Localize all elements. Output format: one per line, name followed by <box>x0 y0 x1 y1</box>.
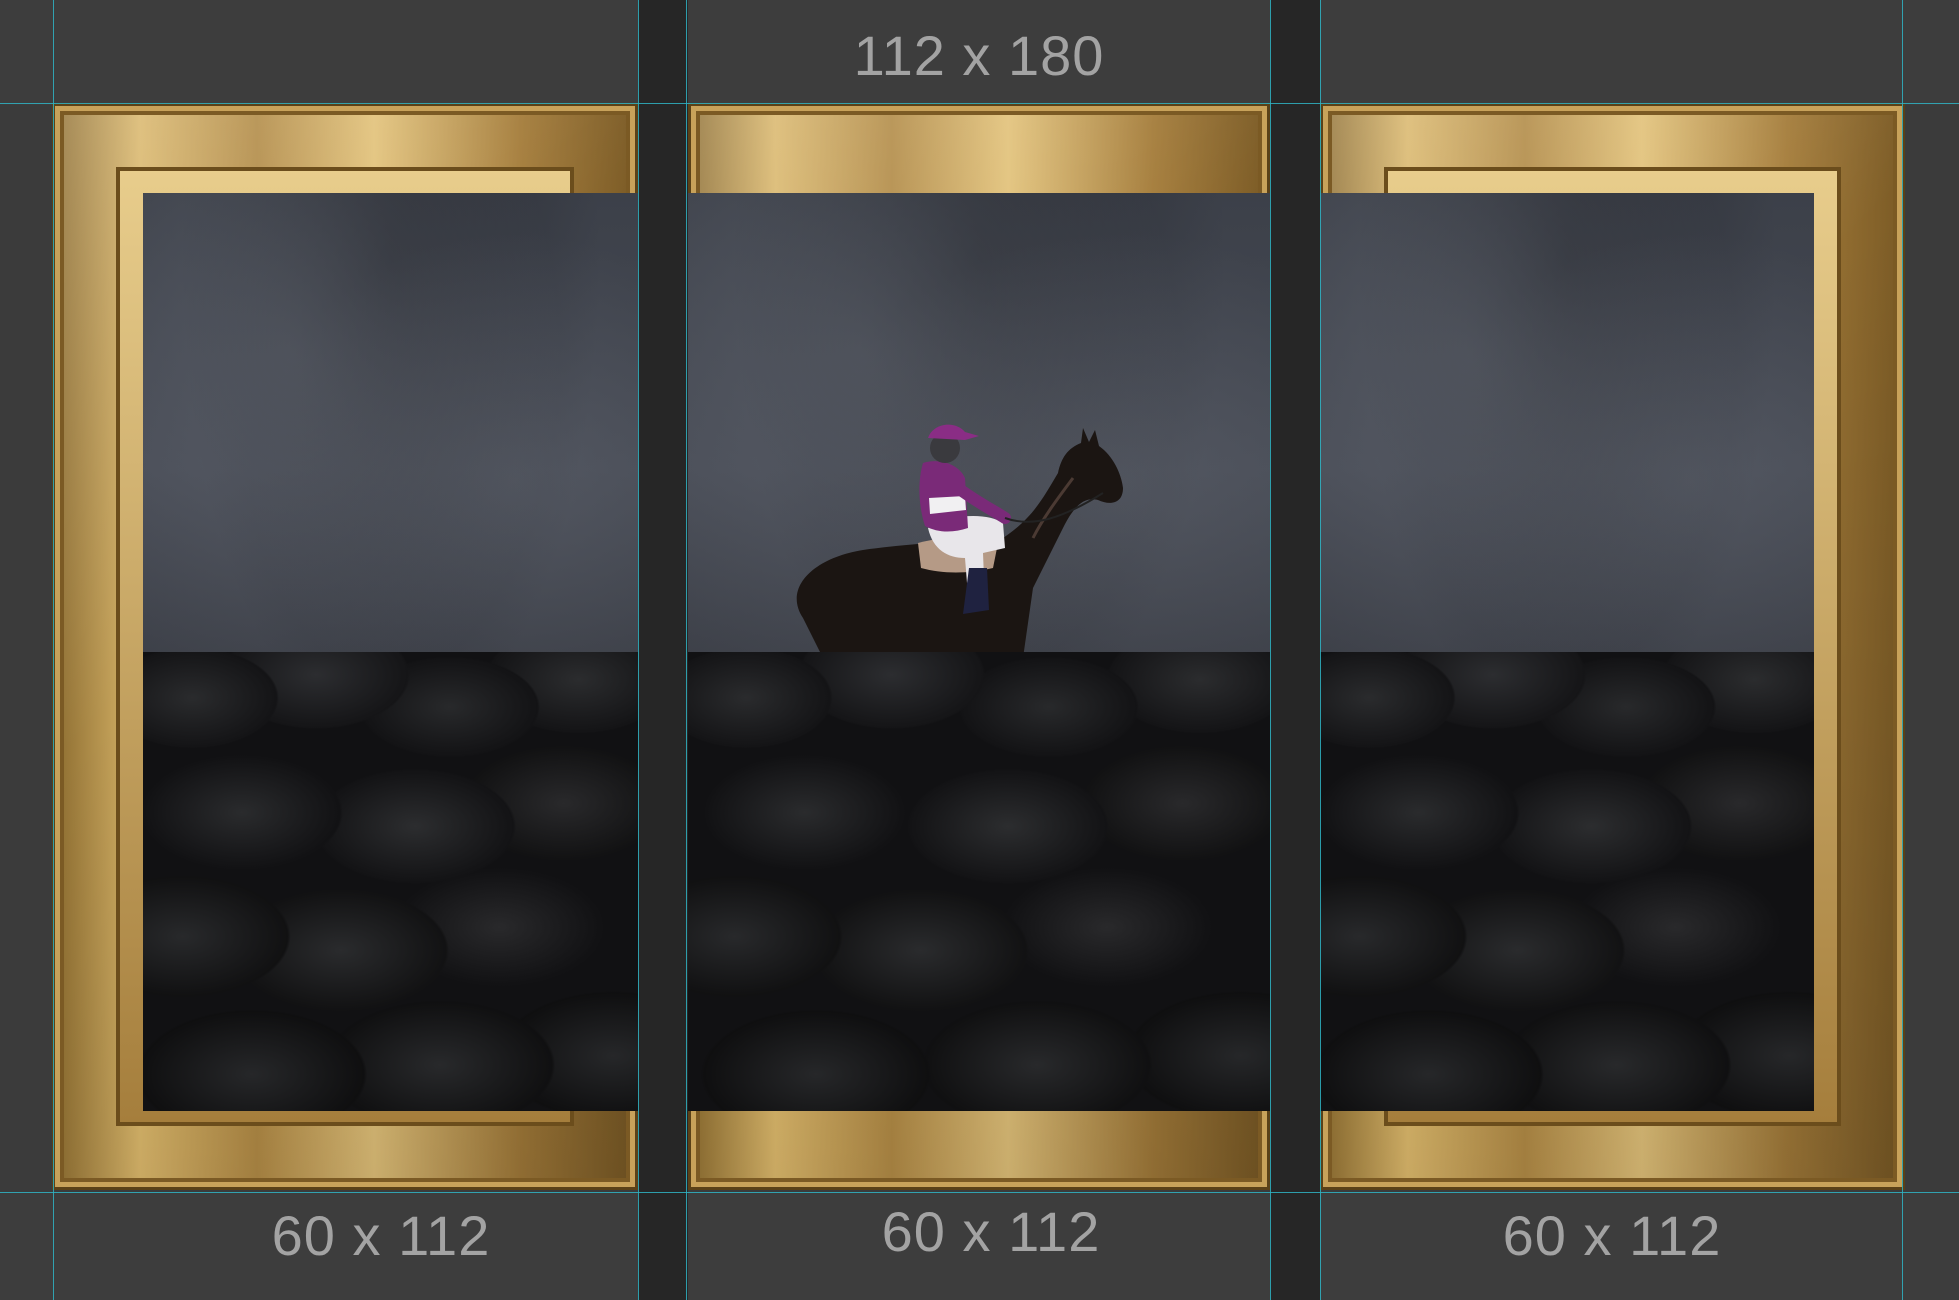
guide-horizontal-bottom <box>0 1192 1959 1193</box>
right-umbrella-field <box>1320 652 1814 1111</box>
gutter-center-right <box>1270 0 1320 1300</box>
left-umbrella-field <box>143 652 638 1111</box>
guide-vertical-6 <box>1902 0 1903 1300</box>
left-bottom-dimension-label: 60 x 112 <box>271 1204 491 1267</box>
guide-vertical-4 <box>1270 0 1271 1300</box>
guide-vertical-2 <box>638 0 639 1300</box>
guide-vertical-1 <box>53 0 54 1300</box>
right-artwork <box>1320 193 1814 1111</box>
center-bottom-dimension-label: 60 x 112 <box>881 1200 1101 1263</box>
guide-vertical-5 <box>1320 0 1321 1300</box>
left-artwork <box>143 193 638 1111</box>
jockey-on-horse-image <box>796 424 1123 658</box>
right-bottom-dimension-label: 60 x 112 <box>1502 1204 1722 1267</box>
guide-horizontal-top <box>0 103 1959 104</box>
gutter-left-center <box>638 0 688 1300</box>
center-top-dimension-label: 112 x 180 <box>853 24 1105 87</box>
guide-vertical-3 <box>686 0 687 1300</box>
center-artwork <box>688 193 1270 1111</box>
center-umbrella-field <box>688 652 1270 1111</box>
